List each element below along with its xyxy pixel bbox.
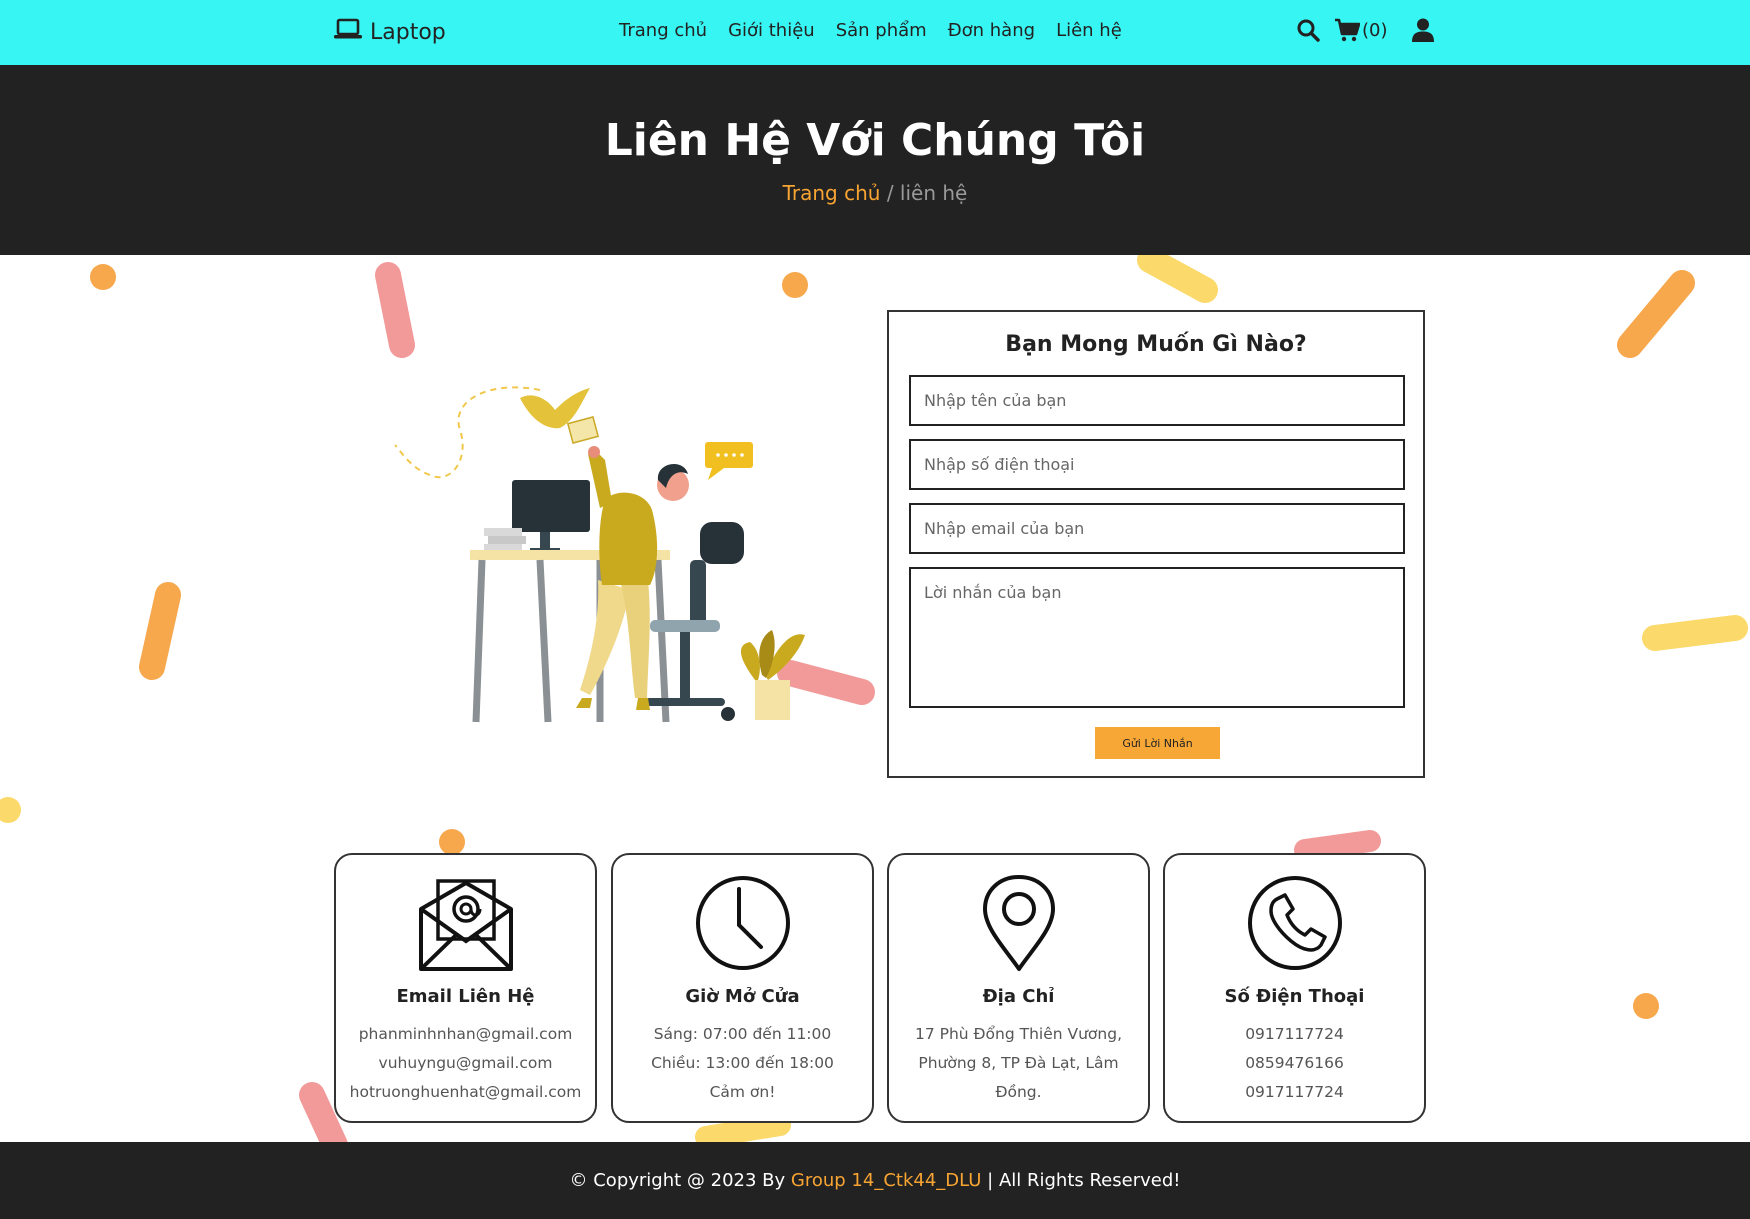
page-title: Liên Hệ Với Chúng Tôi bbox=[604, 115, 1146, 166]
breadcrumb: Trang chủ / liên hệ bbox=[0, 181, 1750, 205]
phone-card: Số Điện Thoại 0917117724 0859476166 0917… bbox=[1163, 853, 1426, 1123]
message-textarea[interactable] bbox=[909, 567, 1405, 708]
hours-card: Giờ Mở Cửa Sáng: 07:00 đến 11:00 Chiều: … bbox=[611, 853, 874, 1123]
address-card-title: Địa Chỉ bbox=[982, 986, 1055, 1007]
footer-rights: | All Rights Reserved! bbox=[981, 1170, 1181, 1191]
clock-icon bbox=[613, 873, 872, 973]
contact-illustration bbox=[390, 380, 880, 730]
main-nav: Trang chủ Giới thiệu Sản phẩm Đơn hàng L… bbox=[619, 20, 1122, 41]
email-card-title: Email Liên Hệ bbox=[396, 986, 535, 1007]
hours-line: Sáng: 07:00 đến 11:00 bbox=[653, 1025, 832, 1043]
cart-count: (0) bbox=[1362, 19, 1388, 41]
hours-card-lines: Sáng: 07:00 đến 11:00 Chiều: 13:00 đến 1… bbox=[623, 1020, 862, 1107]
phone-card-title: Số Điện Thoại bbox=[1224, 986, 1365, 1007]
page-banner: Liên Hệ Với Chúng Tôi Trang chủ / liên h… bbox=[0, 65, 1750, 255]
breadcrumb-home[interactable]: Trang chủ bbox=[783, 181, 881, 205]
phone-input[interactable] bbox=[909, 439, 1405, 490]
nav-contact[interactable]: Liên hệ bbox=[1056, 20, 1122, 41]
nav-orders[interactable]: Đơn hàng bbox=[948, 20, 1035, 41]
nav-home[interactable]: Trang chủ bbox=[619, 20, 707, 41]
footer-copyright: © Copyright @ 2023 By bbox=[569, 1170, 791, 1191]
hours-line: Cảm ơn! bbox=[709, 1083, 776, 1101]
footer-group-link[interactable]: Group 14_Ctk44_DLU bbox=[791, 1170, 982, 1191]
address-line: Phường 8, TP Đà Lạt, Lâm bbox=[918, 1054, 1119, 1072]
breadcrumb-current: liên hệ bbox=[899, 181, 968, 205]
logo[interactable]: Laptop bbox=[334, 18, 446, 46]
address-card-lines: 17 Phù Đổng Thiên Vương, Phường 8, TP Đà… bbox=[899, 1020, 1138, 1107]
address-line: 17 Phù Đổng Thiên Vương, bbox=[914, 1025, 1123, 1043]
hours-card-title: Giờ Mở Cửa bbox=[685, 986, 800, 1007]
contact-form: Bạn Mong Muốn Gì Nào? Gửi Lời Nhắn bbox=[887, 310, 1425, 778]
address-line: Đồng. bbox=[995, 1083, 1042, 1101]
address-card: Địa Chỉ 17 Phù Đổng Thiên Vương, Phường … bbox=[887, 853, 1150, 1123]
email-line: phanminhnhan@gmail.com bbox=[358, 1025, 573, 1043]
phone-line: 0859476166 bbox=[1245, 1054, 1344, 1072]
email-line: hotruonghuenhat@gmail.com bbox=[349, 1083, 582, 1101]
send-message-button[interactable]: Gửi Lời Nhắn bbox=[1095, 727, 1220, 759]
breadcrumb-separator: / bbox=[880, 181, 900, 205]
email-card-lines: phanminhnhan@gmail.com vuhuyngu@gmail.co… bbox=[346, 1020, 585, 1107]
email-icon bbox=[336, 873, 595, 973]
logo-text: Laptop bbox=[370, 19, 446, 45]
nav-products[interactable]: Sản phẩm bbox=[836, 20, 927, 41]
hours-line: Chiều: 13:00 đến 18:00 bbox=[651, 1054, 834, 1072]
cart-button[interactable]: (0) bbox=[1334, 18, 1388, 42]
location-pin-icon bbox=[889, 873, 1148, 973]
nav-about[interactable]: Giới thiệu bbox=[728, 20, 815, 41]
search-icon[interactable] bbox=[1296, 18, 1320, 42]
user-icon[interactable] bbox=[1411, 18, 1434, 42]
phone-card-lines: 0917117724 0859476166 0917117724 bbox=[1175, 1020, 1414, 1107]
email-input[interactable] bbox=[909, 503, 1405, 554]
phone-line: 0917117724 bbox=[1245, 1083, 1344, 1101]
form-title: Bạn Mong Muốn Gì Nào? bbox=[1005, 332, 1307, 357]
email-card: Email Liên Hệ phanminhnhan@gmail.com vuh… bbox=[334, 853, 597, 1123]
header-tools: (0) bbox=[1296, 18, 1434, 42]
phone-line: 0917117724 bbox=[1245, 1025, 1344, 1043]
cart-icon bbox=[1334, 18, 1360, 42]
laptop-icon bbox=[334, 18, 362, 46]
email-line: vuhuyngu@gmail.com bbox=[378, 1054, 553, 1072]
name-input[interactable] bbox=[909, 375, 1405, 426]
phone-icon bbox=[1165, 873, 1424, 973]
top-navbar: Laptop Trang chủ Giới thiệu Sản phẩm Đơn… bbox=[0, 0, 1750, 65]
footer: © Copyright @ 2023 By Group 14_Ctk44_DLU… bbox=[0, 1142, 1750, 1219]
